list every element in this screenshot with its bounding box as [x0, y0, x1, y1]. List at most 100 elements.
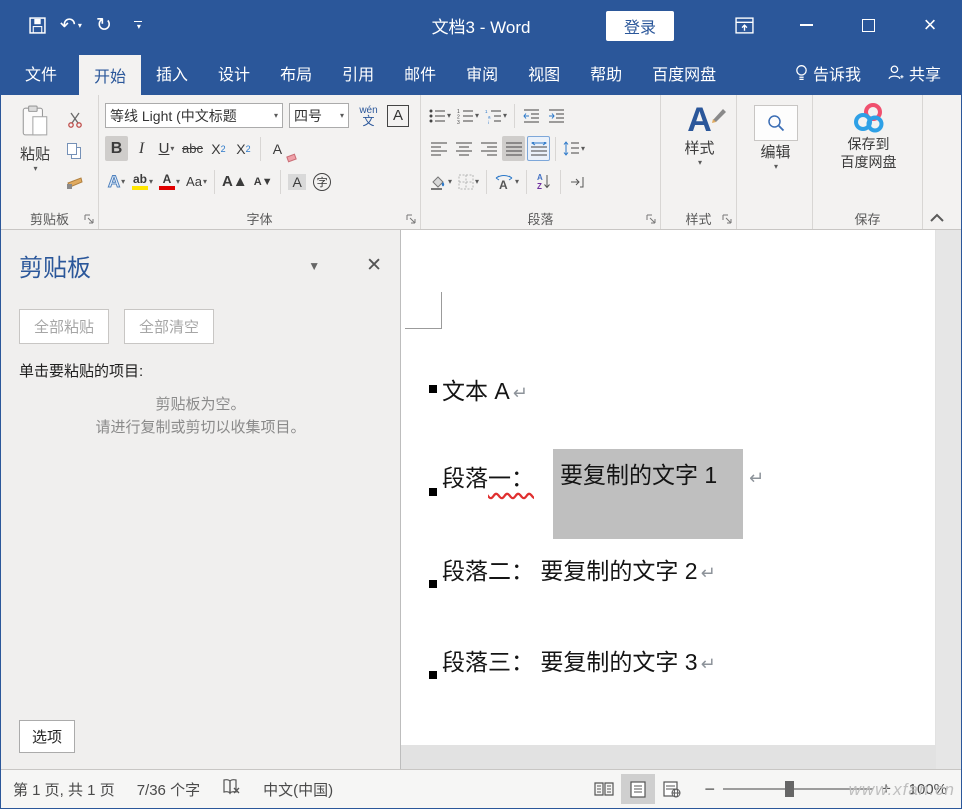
editing-button[interactable]: 编辑 ▾: [743, 99, 808, 171]
distribute-button[interactable]: [527, 136, 550, 161]
decrease-indent-icon: [523, 108, 540, 124]
document-page[interactable]: 文本 A↵ 要复制的文字 1 段落一： ↵ 段落二： 要复制的文字 2↵ 段落三…: [401, 230, 935, 745]
zoom-slider[interactable]: [723, 788, 873, 790]
tell-me-button[interactable]: 告诉我: [795, 61, 861, 85]
paragraph-line-1[interactable]: 文本 A↵: [442, 376, 528, 408]
decrease-indent-button[interactable]: [520, 103, 543, 128]
format-painter-button[interactable]: [63, 169, 86, 194]
phonetic-guide-button[interactable]: wén文: [357, 103, 380, 128]
paragraph-line-4[interactable]: 段落三： 要复制的文字 3↵: [442, 647, 716, 679]
close-button[interactable]: ×: [899, 0, 961, 50]
font-name-combobox[interactable]: 等线 Light (中文标题▾: [105, 103, 283, 128]
word-count[interactable]: 7/36 个字: [137, 779, 200, 800]
page-info[interactable]: 第 1 页, 共 1 页: [13, 779, 115, 800]
change-case-button[interactable]: Aa▾: [184, 169, 209, 194]
selection-highlight[interactable]: 要复制的文字 1: [553, 449, 743, 539]
align-right-button[interactable]: [477, 136, 500, 161]
cut-button[interactable]: [63, 107, 86, 132]
read-mode-button[interactable]: [587, 774, 621, 804]
tab-layout[interactable]: 布局: [265, 50, 327, 95]
superscript-button[interactable]: X2: [232, 136, 255, 161]
collapse-ribbon-button[interactable]: [929, 213, 945, 223]
vertical-scrollbar[interactable]: [936, 230, 961, 769]
ribbon-display-options-button[interactable]: [713, 0, 775, 50]
tab-file[interactable]: 文件: [3, 50, 79, 95]
enclose-characters-button[interactable]: 字: [311, 169, 334, 194]
font-dialog-launcher[interactable]: [405, 213, 417, 225]
clear-formatting-button[interactable]: A: [266, 136, 289, 161]
minimize-button[interactable]: [775, 0, 837, 50]
numbering-button[interactable]: 123▾: [455, 103, 481, 128]
show-hide-marks-button[interactable]: [566, 169, 589, 194]
maximize-button[interactable]: [837, 0, 899, 50]
borders-button[interactable]: ▾: [456, 169, 481, 194]
customize-qat-button[interactable]: ▾: [134, 21, 142, 29]
tab-references[interactable]: 引用: [327, 50, 389, 95]
justify-button[interactable]: [502, 136, 525, 161]
italic-button[interactable]: I: [130, 136, 153, 161]
paragraph-mark: ↵: [701, 563, 716, 583]
bullets-button[interactable]: ▾: [427, 103, 453, 128]
tab-home[interactable]: 开始: [79, 55, 141, 95]
save-to-baidu-button[interactable]: 保存到百度网盘: [819, 99, 918, 171]
pane-menu-caret-icon[interactable]: ▼: [308, 259, 320, 273]
align-left-button[interactable]: [427, 136, 450, 161]
styles-button[interactable]: A 样式 ▾: [667, 99, 732, 167]
zoom-in-button[interactable]: +: [881, 779, 891, 799]
increase-indent-button[interactable]: [545, 103, 568, 128]
web-layout-icon: [663, 781, 681, 798]
proofing-status[interactable]: [222, 778, 241, 800]
ribbon-tabs: 文件 开始 插入 设计 布局 引用 邮件 审阅 视图 帮助 百度网盘 告诉我 共…: [1, 50, 961, 95]
sign-in-button[interactable]: 登录: [606, 11, 674, 41]
tab-help[interactable]: 帮助: [575, 50, 637, 95]
undo-button[interactable]: ↶▾: [60, 16, 82, 35]
copy-button[interactable]: [63, 138, 86, 163]
tab-review[interactable]: 审阅: [451, 50, 513, 95]
editing-group: 编辑 ▾: [737, 95, 813, 229]
shrink-font-button[interactable]: A▼: [252, 169, 275, 194]
styles-dialog-launcher[interactable]: [721, 213, 733, 225]
paragraph-line-3[interactable]: 段落二： 要复制的文字 2↵: [442, 556, 716, 588]
language-status[interactable]: 中文(中国): [263, 779, 333, 800]
sort-button[interactable]: AZ: [532, 169, 555, 194]
strikethrough-button[interactable]: abc: [180, 136, 205, 161]
tab-insert[interactable]: 插入: [141, 50, 203, 95]
redo-button[interactable]: ↻: [96, 16, 112, 35]
zoom-level[interactable]: 100%: [901, 781, 947, 798]
clipboard-dialog-launcher[interactable]: [83, 213, 95, 225]
web-layout-button[interactable]: [655, 774, 689, 804]
grow-font-button[interactable]: A▲: [220, 169, 250, 194]
tab-design[interactable]: 设计: [203, 50, 265, 95]
share-button[interactable]: 共享: [887, 61, 941, 85]
paragraph-dialog-launcher[interactable]: [645, 213, 657, 225]
shading-button[interactable]: ▾: [427, 169, 454, 194]
editing-iconbox: [754, 105, 798, 141]
text-highlight-button[interactable]: ab▾: [130, 169, 155, 194]
clear-all-button[interactable]: 全部清空: [124, 309, 214, 344]
print-layout-button[interactable]: [621, 774, 655, 804]
character-shading-button[interactable]: A: [286, 169, 309, 194]
font-size-combobox[interactable]: 四号▾: [289, 103, 349, 128]
subscript-button[interactable]: X2: [207, 136, 230, 161]
tab-baidu-netdisk[interactable]: 百度网盘: [637, 50, 731, 95]
paragraph-line-2[interactable]: 段落一：: [442, 463, 534, 493]
text-effects-button[interactable]: A▾: [105, 169, 128, 194]
line-spacing-button[interactable]: ▾: [561, 136, 587, 161]
align-center-button[interactable]: [452, 136, 475, 161]
zoom-out-button[interactable]: −: [705, 779, 716, 800]
tab-mailings[interactable]: 邮件: [389, 50, 451, 95]
zoom-slider-thumb[interactable]: [785, 781, 794, 797]
paste-button[interactable]: 粘贴 ▾: [7, 99, 63, 195]
save-button[interactable]: [29, 17, 46, 34]
bold-button[interactable]: B: [105, 136, 128, 161]
pane-close-icon[interactable]: ✕: [366, 254, 382, 277]
underline-button[interactable]: U▾: [155, 136, 178, 161]
asian-layout-button[interactable]: A▾: [492, 169, 521, 194]
multilevel-list-button[interactable]: 1ai▾: [483, 103, 509, 128]
tab-view[interactable]: 视图: [513, 50, 575, 95]
selected-text[interactable]: 要复制的文字 1: [553, 449, 743, 490]
pane-options-button[interactable]: 选项: [19, 720, 75, 753]
paste-all-button[interactable]: 全部粘贴: [19, 309, 109, 344]
character-border-button[interactable]: A: [387, 105, 409, 127]
font-color-button[interactable]: A▾: [157, 169, 182, 194]
